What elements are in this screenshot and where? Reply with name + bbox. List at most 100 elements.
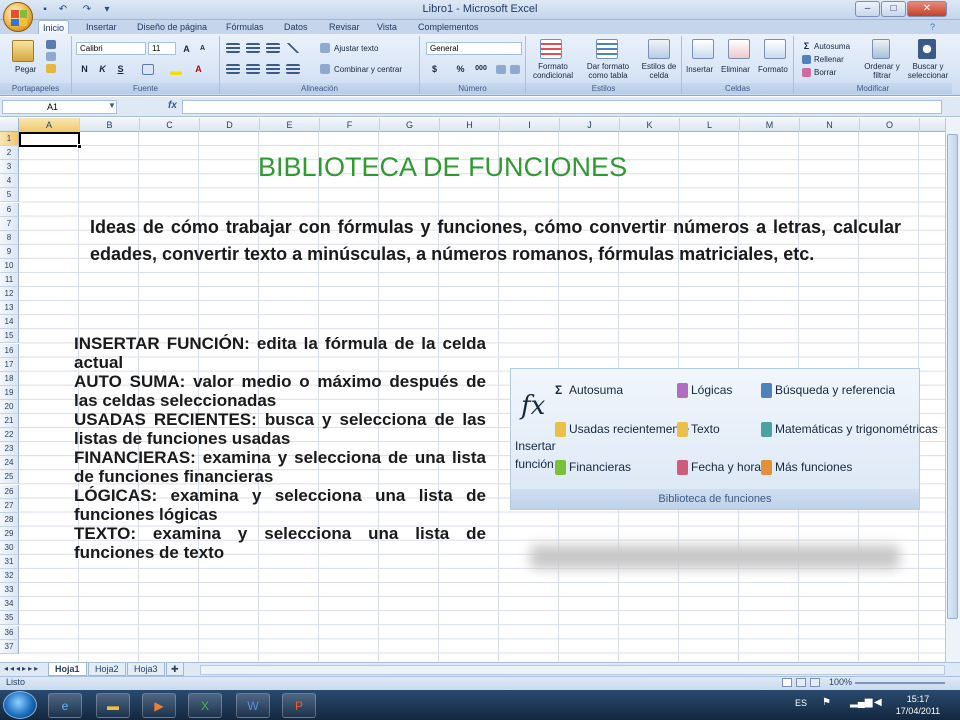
row-header[interactable]: 33 — [0, 583, 19, 598]
wrap-text-button[interactable]: Ajustar texto — [334, 44, 378, 53]
row-header[interactable]: 1 — [0, 132, 19, 147]
zoom-level[interactable]: 100% — [829, 677, 852, 687]
row-header[interactable]: 26 — [0, 484, 19, 499]
row-header[interactable]: 37 — [0, 639, 19, 654]
tab-vista[interactable]: Vista — [373, 20, 401, 35]
internet-explorer-icon[interactable]: e — [48, 693, 82, 718]
new-sheet-icon[interactable]: ✚ — [166, 663, 184, 676]
paste-label[interactable]: Pegar — [15, 65, 36, 74]
tab-insertar[interactable]: Insertar — [82, 20, 121, 35]
conditional-format-icon[interactable] — [540, 39, 562, 59]
tab-inicio[interactable]: Inicio — [38, 20, 70, 35]
align-top-icon[interactable] — [226, 43, 240, 53]
sheet-tab-hoja1[interactable]: Hoja1 — [48, 663, 87, 676]
font-size-combo[interactable]: 11 — [148, 42, 176, 55]
row-header[interactable]: 17 — [0, 357, 19, 372]
delete-cells-button[interactable]: Eliminar — [721, 65, 750, 74]
find-select-button[interactable]: Buscar y seleccionar — [904, 62, 952, 80]
column-header[interactable]: N — [800, 118, 860, 132]
office-button[interactable] — [3, 2, 33, 32]
orientation-icon[interactable] — [286, 43, 300, 53]
row-header[interactable]: 10 — [0, 258, 19, 273]
row-header[interactable]: 24 — [0, 456, 19, 471]
name-box[interactable]: A1 — [2, 100, 117, 114]
horizontal-scrollbar[interactable] — [200, 665, 945, 675]
row-header[interactable]: 3 — [0, 160, 19, 175]
row-header[interactable]: 23 — [0, 442, 19, 457]
format-painter-icon[interactable] — [46, 64, 56, 73]
row-header[interactable]: 22 — [0, 428, 19, 443]
delete-cells-icon[interactable] — [728, 39, 750, 59]
row-header[interactable]: 13 — [0, 301, 19, 316]
volume-icon[interactable]: ◀ — [874, 697, 882, 708]
row-header[interactable]: 7 — [0, 216, 19, 231]
align-middle-icon[interactable] — [246, 43, 260, 53]
copy-icon[interactable] — [46, 52, 56, 61]
grow-font-icon[interactable]: A — [180, 43, 193, 55]
formula-input[interactable] — [182, 100, 942, 114]
underline-button[interactable]: S — [114, 63, 127, 75]
column-header[interactable]: E — [260, 118, 320, 132]
row-header[interactable]: 20 — [0, 399, 19, 414]
italic-button[interactable]: K — [96, 63, 109, 75]
column-header[interactable]: C — [140, 118, 200, 132]
minimize-button[interactable]: – — [855, 1, 880, 17]
format-cells-icon[interactable] — [764, 39, 786, 59]
fill-handle[interactable] — [77, 144, 82, 149]
row-header[interactable]: 30 — [0, 540, 19, 555]
row-header[interactable]: 2 — [0, 146, 19, 161]
sheet-tab-hoja3[interactable]: Hoja3 — [127, 663, 165, 676]
row-header[interactable]: 34 — [0, 597, 19, 612]
select-all-button[interactable] — [0, 118, 19, 132]
media-player-icon[interactable]: ▶ — [142, 693, 176, 718]
format-cells-button[interactable]: Formato — [758, 65, 788, 74]
sheet-nav-arrows-icon[interactable]: ◂◂◂▸▸▸ — [4, 664, 40, 673]
row-header[interactable]: 12 — [0, 287, 19, 302]
insert-cells-button[interactable]: Insertar — [686, 65, 713, 74]
column-header[interactable]: H — [440, 118, 500, 132]
vertical-scroll-thumb[interactable] — [947, 134, 958, 619]
thousands-button[interactable]: 000 — [472, 63, 490, 75]
currency-button[interactable]: $ — [428, 63, 441, 75]
network-icon[interactable]: ▂▄▆ — [850, 697, 872, 708]
sort-filter-icon[interactable] — [872, 39, 890, 59]
autosum-button[interactable]: Autosuma — [814, 42, 850, 51]
column-header[interactable]: A — [19, 118, 80, 132]
align-center-icon[interactable] — [246, 64, 260, 74]
column-header[interactable]: G — [380, 118, 440, 132]
selected-cell[interactable] — [19, 132, 80, 147]
sheet-tab-hoja2[interactable]: Hoja2 — [88, 663, 126, 676]
maximize-button[interactable]: □ — [881, 1, 906, 17]
powerpoint-taskbar-icon[interactable]: P — [282, 693, 316, 718]
row-header[interactable]: 18 — [0, 371, 19, 386]
column-header[interactable]: F — [320, 118, 380, 132]
column-header[interactable]: M — [740, 118, 800, 132]
insert-function-icon[interactable]: fx — [168, 100, 177, 111]
normal-view-icon[interactable] — [782, 678, 792, 687]
row-header[interactable]: 31 — [0, 555, 19, 570]
cell-styles-button[interactable]: Estilos de celda — [638, 62, 680, 80]
wrap-text-icon[interactable] — [320, 43, 330, 53]
merge-center-icon[interactable] — [320, 64, 330, 74]
row-header[interactable]: 32 — [0, 569, 19, 584]
column-header[interactable]: L — [680, 118, 740, 132]
word-taskbar-icon[interactable]: W — [236, 693, 270, 718]
fill-color-icon[interactable] — [170, 64, 182, 75]
clear-button[interactable]: Borrar — [814, 68, 836, 77]
align-right-icon[interactable] — [266, 64, 280, 74]
column-header[interactable]: D — [200, 118, 260, 132]
merge-center-button[interactable]: Combinar y centrar — [334, 65, 402, 74]
clear-icon[interactable] — [802, 68, 811, 77]
row-header[interactable]: 8 — [0, 230, 19, 245]
clock[interactable]: 15:17 17/04/2011 — [893, 693, 943, 717]
column-header[interactable]: B — [80, 118, 140, 132]
row-header[interactable]: 9 — [0, 244, 19, 259]
number-format-combo[interactable]: General — [426, 42, 522, 55]
cut-icon[interactable] — [46, 40, 56, 49]
row-header[interactable]: 29 — [0, 526, 19, 541]
format-table-icon[interactable] — [596, 39, 618, 59]
name-box-dropdown-icon[interactable]: ▼ — [108, 101, 116, 110]
fill-button[interactable]: Rellenar — [814, 55, 844, 64]
tab-datos[interactable]: Datos — [280, 20, 312, 35]
bold-button[interactable]: N — [78, 63, 91, 75]
